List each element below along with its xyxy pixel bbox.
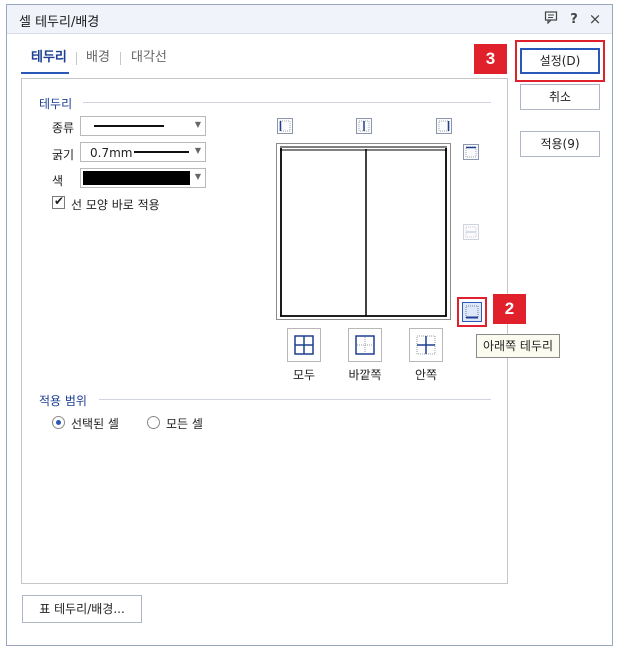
line-type-preview <box>94 125 164 127</box>
inner-borders-label: 안쪽 <box>414 368 438 382</box>
all-cells-label: 모든 셀 <box>166 417 203 431</box>
active-tab-indicator <box>21 72 69 74</box>
table-border-button[interactable]: 표 테두리/배경... <box>22 595 142 623</box>
cancel-button[interactable]: 취소 <box>520 84 600 110</box>
thickness-preview <box>134 151 189 153</box>
tab-divider <box>120 52 121 65</box>
border-preview <box>276 143 451 320</box>
right-border-icon[interactable] <box>436 118 452 134</box>
thickness-label: 굵기 <box>52 148 75 162</box>
inner-borders-button[interactable] <box>409 328 443 362</box>
tooltip-bottom-border: 아래쪽 테두리 <box>476 334 561 358</box>
dialog-title: 셀 테두리/배경 <box>19 15 100 30</box>
tab-bar: 테두리 배경 대각선 <box>21 46 221 66</box>
section-divider <box>83 102 491 103</box>
step-2-badge: 2 <box>493 294 526 324</box>
outer-borders-label: 바깥쪽 <box>348 368 382 382</box>
center-horizontal-border-icon <box>463 224 479 240</box>
checkmark-icon: ✔ <box>54 194 65 208</box>
tab-diagonal[interactable]: 대각선 <box>131 46 167 65</box>
line-type-select[interactable]: ▼ <box>80 116 206 136</box>
center-vertical-border-icon[interactable] <box>356 118 372 134</box>
color-label: 색 <box>52 174 64 188</box>
ok-button[interactable]: 설정(D) <box>520 48 600 74</box>
top-border-icon[interactable] <box>463 144 479 160</box>
border-section-title: 테두리 <box>39 97 73 111</box>
all-borders-button[interactable] <box>287 328 321 362</box>
thickness-value: 0.7mm <box>90 146 133 160</box>
apply-shape-checkbox[interactable]: ✔ <box>52 194 65 209</box>
close-icon[interactable]: × <box>587 11 603 27</box>
thickness-select[interactable]: 0.7mm ▼ <box>80 142 206 162</box>
chevron-down-icon: ▼ <box>194 146 201 155</box>
tab-divider <box>76 52 77 65</box>
help-icon[interactable]: ? <box>566 12 582 28</box>
all-cells-radio[interactable] <box>147 416 160 429</box>
all-borders-label: 모두 <box>292 368 316 382</box>
step-3-badge: 3 <box>474 44 507 74</box>
tab-background[interactable]: 배경 <box>86 46 110 65</box>
chevron-down-icon: ▼ <box>194 172 201 181</box>
line-type-label: 종류 <box>52 121 75 135</box>
chevron-down-icon: ▼ <box>194 120 201 129</box>
outer-borders-button[interactable] <box>348 328 382 362</box>
color-select[interactable]: ▼ <box>80 168 206 188</box>
scope-section-title: 적용 범위 <box>39 394 87 408</box>
apply-shape-label: 선 모양 바로 적용 <box>71 198 160 212</box>
left-border-icon[interactable] <box>277 118 293 134</box>
apply-button[interactable]: 적용(9) <box>520 131 600 157</box>
selected-cells-label: 선택된 셀 <box>71 417 119 431</box>
comment-icon[interactable] <box>544 10 560 26</box>
selected-cells-radio[interactable] <box>52 416 65 429</box>
bottom-border-highlight <box>457 297 487 327</box>
section-divider <box>99 399 491 400</box>
tab-border[interactable]: 테두리 <box>31 46 67 65</box>
color-swatch <box>83 171 190 185</box>
